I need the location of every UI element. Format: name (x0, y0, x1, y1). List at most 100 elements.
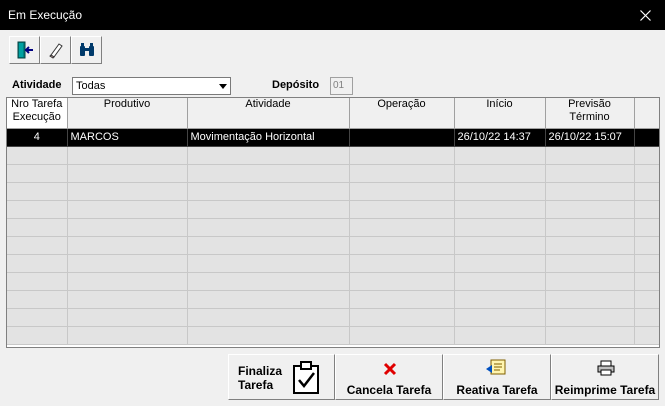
table-cell (349, 164, 455, 183)
column-header[interactable]: Produtivo (67, 98, 188, 129)
clear-button[interactable] (40, 36, 71, 64)
column-header[interactable]: Previsão Término (545, 98, 635, 129)
search-button[interactable] (71, 36, 102, 64)
column-header[interactable]: Nro Tarefa Execução (7, 98, 68, 129)
close-icon (639, 9, 651, 21)
table-cell (545, 272, 635, 291)
table-cell (67, 308, 188, 327)
table-header: Nro Tarefa Execução Produtivo Atividade Ope… (7, 98, 659, 129)
table-cell (349, 308, 455, 327)
empty-table-row[interactable] (7, 308, 659, 327)
table-cell (634, 272, 659, 291)
table-cell (187, 272, 350, 291)
reativa-tarefa-button[interactable]: Reativa Tarefa (443, 354, 551, 400)
finaliza-label: Finaliza Tarefa (238, 364, 283, 392)
reimprime-label: Reimprime Tarefa (554, 383, 656, 397)
tasks-grid[interactable]: Nro Tarefa Execução Produtivo Atividade Ope… (6, 97, 660, 348)
empty-table-row[interactable] (7, 236, 659, 255)
table-cell (634, 254, 659, 273)
table-cell (634, 290, 659, 309)
empty-table-row[interactable] (7, 290, 659, 309)
table-cell (67, 290, 188, 309)
finaliza-tarefa-button[interactable]: Finaliza Tarefa (228, 354, 335, 400)
table-cell (187, 254, 350, 273)
empty-table-row[interactable] (7, 326, 659, 345)
table-cell (545, 290, 635, 309)
title-bar: Em Execução (0, 0, 665, 30)
empty-table-row[interactable] (7, 254, 659, 273)
table-cell (545, 254, 635, 273)
table-cell (349, 290, 455, 309)
table-cell (634, 164, 659, 183)
column-header[interactable]: Início (454, 98, 546, 129)
empty-table-row[interactable] (7, 164, 659, 183)
window-client: Atividade Todas Depósito 01 Nro Tarefa E… (1, 30, 664, 405)
column-header[interactable]: Operação (349, 98, 455, 129)
table-cell (545, 326, 635, 345)
table-cell (7, 182, 68, 201)
table-cell (349, 218, 455, 237)
table-cell (454, 182, 546, 201)
table-cell (7, 218, 68, 237)
table-cell (634, 308, 659, 327)
table-cell (454, 272, 546, 291)
table-cell (67, 200, 188, 219)
table-cell-filler (634, 128, 659, 147)
table-cell (545, 200, 635, 219)
chevron-down-icon (218, 83, 227, 89)
table-cell (349, 146, 455, 165)
table-cell (7, 326, 68, 345)
exit-button[interactable] (9, 36, 40, 64)
table-cell (7, 164, 68, 183)
table-cell (187, 164, 350, 183)
table-cell (545, 182, 635, 201)
table-cell (634, 218, 659, 237)
table-cell (634, 236, 659, 255)
table-cell (545, 164, 635, 183)
table-cell: 4 (7, 128, 68, 147)
table-cell (67, 182, 188, 201)
table-cell (454, 218, 546, 237)
table-cell (7, 290, 68, 309)
cancela-tarefa-button[interactable]: Cancela Tarefa (335, 354, 443, 400)
empty-table-row[interactable] (7, 272, 659, 291)
table-cell (545, 146, 635, 165)
table-row[interactable]: 4 MARCOS Movimentação Horizontal 26/10/22 1… (7, 128, 659, 147)
deposito-label: Depósito (272, 79, 320, 91)
atividade-select[interactable]: Todas (72, 77, 231, 95)
binoculars-icon (79, 43, 94, 56)
dropdown-button[interactable] (215, 78, 230, 94)
table-cell (454, 308, 546, 327)
table-cell: MARCOS (67, 128, 188, 147)
table-cell (67, 272, 188, 291)
column-header[interactable]: Atividade (187, 98, 350, 129)
window-title: Em Execução (8, 8, 83, 22)
reimprime-tarefa-button[interactable]: Reimprime Tarefa (551, 354, 659, 400)
table-cell (187, 146, 350, 165)
table-cell (7, 254, 68, 273)
table-cell (454, 236, 546, 255)
reativa-label: Reativa Tarefa (456, 383, 538, 397)
close-button[interactable] (625, 0, 665, 30)
empty-table-row[interactable] (7, 218, 659, 237)
table-cell (7, 272, 68, 291)
table-cell (349, 128, 455, 147)
table-cell (454, 254, 546, 273)
empty-table-row[interactable] (7, 182, 659, 201)
exit-door-icon (17, 41, 33, 59)
empty-table-row[interactable] (7, 146, 659, 165)
toolbar (9, 36, 102, 64)
table-cell (454, 146, 546, 165)
table-cell (187, 308, 350, 327)
table-cell (187, 326, 350, 345)
table-cell (7, 146, 68, 165)
empty-table-row[interactable] (7, 200, 659, 219)
table-cell (634, 182, 659, 201)
table-cell (67, 254, 188, 273)
table-cell (454, 200, 546, 219)
table-cell: Movimentação Horizontal (187, 128, 350, 147)
table-cell (349, 326, 455, 345)
red-x-icon (383, 362, 397, 376)
filter-row: Atividade Todas Depósito 01 (1, 76, 664, 96)
table-cell (67, 326, 188, 345)
